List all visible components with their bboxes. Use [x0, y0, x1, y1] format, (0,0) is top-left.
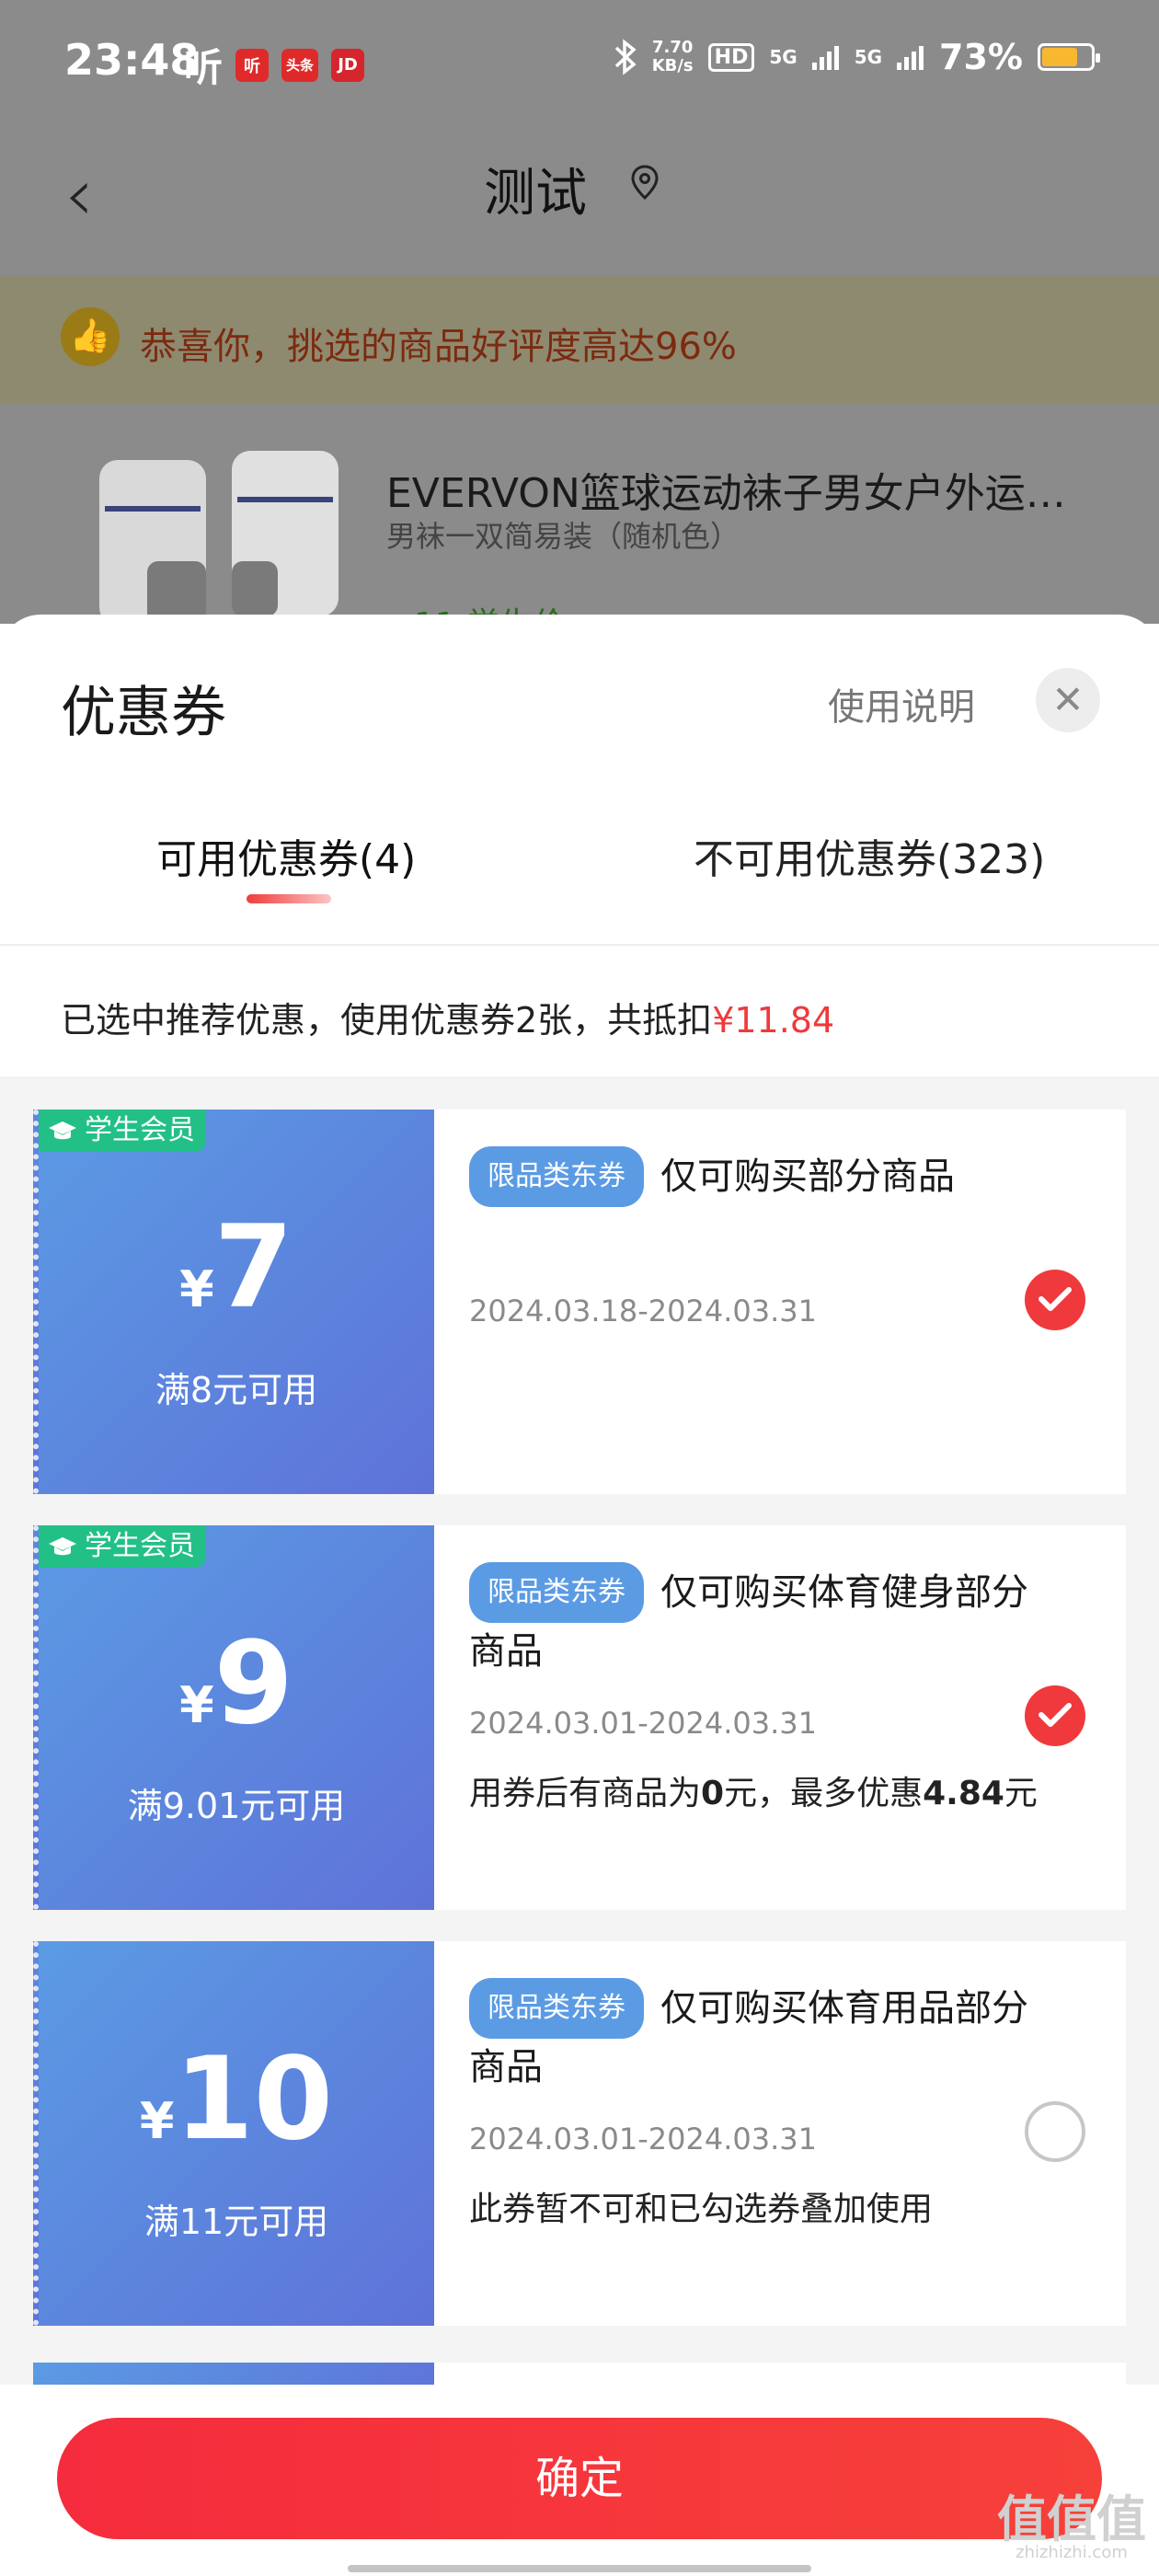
status-time: 23:48 [64, 35, 200, 85]
active-tab-indicator [247, 894, 331, 903]
bluetooth-icon [614, 39, 637, 75]
note-zero: 0 [701, 1775, 725, 1812]
hd-voice-icon: HD [707, 42, 755, 72]
toutiao-notification-icon: 头条 [281, 48, 319, 82]
checkmark-icon [1039, 1287, 1072, 1311]
watermark: 值值值 zhizhizhi.com [997, 2495, 1146, 2563]
listen-notification-icon: 听 [235, 48, 270, 82]
signal-icon-2: 5G [854, 46, 883, 68]
coupon-title: 限品类东券 仅可购买体育用品部分商品 [469, 1978, 1039, 2096]
product-image [99, 451, 339, 626]
coupon-min-spend: 满11元可用 [143, 2202, 329, 2242]
signal-icon-1: 5G [769, 46, 798, 68]
badge-label: 学生会员 [85, 1530, 195, 1562]
summary-amount: ¥11.84 [712, 1000, 835, 1041]
coupon-title: 限品类东券 仅可购买体育健身部分商品 [469, 1562, 1039, 1680]
coupon-validity-date: 2024.03.01-2024.03.31 [469, 1706, 817, 1741]
location-pin-icon[interactable] [631, 165, 659, 200]
coupon-note: 此券暂不可和已勾选券叠加使用 [469, 2191, 934, 2228]
coupon-list[interactable]: 学生会员 ¥7 满8元可用 限品类东券 仅可购买部分商品 2024.03.18-2… [0, 1076, 1159, 2576]
summary-text: 已选中推荐优惠，使用优惠券2张，共抵扣 [61, 1000, 713, 1041]
product-title: EVERVON篮球运动袜子男女户外运… [386, 470, 1066, 517]
coupon-amount-value: 7 [213, 1202, 293, 1334]
signal-bars-icon [811, 46, 839, 70]
tab-available-coupons[interactable]: 可用优惠券(4) [156, 826, 416, 885]
coupon-value-panel: ¥10 满11元可用 [33, 1941, 434, 2326]
note-suffix: 元 [1004, 1775, 1038, 1812]
coupon-validity-date: 2024.03.01-2024.03.31 [469, 2122, 817, 2156]
note-value: 4.84 [923, 1775, 1004, 1812]
usage-instructions-link[interactable]: 使用说明 [828, 677, 975, 730]
coupon-title: 限品类东券 仅可购买部分商品 [469, 1146, 1039, 1207]
coupon-card[interactable]: 学生会员 ¥7 满8元可用 限品类东券 仅可购买部分商品 2024.03.18-2… [33, 1110, 1126, 1494]
checkmark-icon [1039, 1703, 1072, 1727]
watermark-sub: zhizhizhi.com [1016, 2543, 1128, 2562]
network-speed: 7.70 KB/s [652, 39, 694, 75]
thumbs-up-icon: 👍 [61, 307, 120, 366]
bottom-bar: 确定 [0, 2385, 1159, 2576]
coupon-category-tag: 限品类东券 [469, 1978, 644, 2039]
student-member-badge: 学生会员 [39, 1110, 206, 1152]
coupon-value-panel: 学生会员 ¥9 满9.01元可用 [33, 1525, 434, 1910]
coupon-sheet: 优惠券 使用说明 ✕ 可用优惠券(4) 不可用优惠券(323) 已选中推荐优惠，… [0, 615, 1159, 2576]
coupon-note: 用券后有商品为0元，最多优惠4.84元 [469, 1766, 1038, 1814]
close-icon[interactable]: ✕ [1036, 668, 1100, 732]
product-row: EVERVON篮球运动袜子男女户外运… 男袜一双简易装（随机色） 11 学生价 [0, 403, 1159, 644]
coupon-validity-date: 2024.03.18-2024.03.31 [469, 1294, 817, 1328]
rating-banner: 👍 恭喜你，挑选的商品好评度高达96% [0, 276, 1159, 403]
currency-symbol: ¥ [139, 2092, 175, 2150]
student-member-badge: 学生会员 [39, 1525, 206, 1568]
signal-bars-icon-2 [897, 46, 924, 70]
battery-percentage: 73% [939, 37, 1023, 77]
product-subtitle: 男袜一双简易装（随机色） [386, 519, 740, 554]
navigation-bar: ‹ 测试 [0, 124, 1159, 276]
status-system-icons: 7.70 KB/s HD 5G 5G 73% [614, 37, 1100, 77]
jd-notification-icon: JD [331, 48, 365, 82]
coupon-category-tag: 限品类东券 [469, 1562, 644, 1623]
coupon-value-panel: 学生会员 ¥7 满8元可用 [33, 1110, 434, 1494]
note-mid: 元，最多优惠 [724, 1775, 924, 1812]
coupon-category-tag: 限品类东券 [469, 1146, 644, 1207]
confirm-button[interactable]: 确定 [57, 2418, 1102, 2539]
graduation-cap-icon [49, 1121, 76, 1140]
watermark-main: 值值值 [997, 2490, 1146, 2548]
currency-symbol: ¥ [179, 1676, 214, 1734]
selection-summary: 已选中推荐优惠，使用优惠券2张，共抵扣¥11.84 [61, 992, 834, 1042]
coupon-selected-checkbox[interactable] [1025, 1685, 1085, 1746]
listen-app-icon: 听 [184, 45, 224, 90]
chevron-left-icon[interactable]: ‹ [64, 152, 94, 237]
coupon-amount-value: 9 [213, 1617, 293, 1750]
coupon-amount: ¥9 [39, 1627, 434, 1741]
coupon-selected-checkbox[interactable] [1025, 1270, 1085, 1330]
coupon-card[interactable]: ¥10 满11元可用 限品类东券 仅可购买体育用品部分商品 2024.03.01-… [33, 1941, 1126, 2326]
coupon-card[interactable]: 学生会员 ¥9 满9.01元可用 限品类东券 仅可购买体育健身部分商品 2024.… [33, 1525, 1126, 1910]
home-indicator[interactable] [348, 2565, 811, 2572]
network-speed-unit: KB/s [651, 56, 694, 75]
network-speed-value: 7.70 [651, 38, 694, 57]
coupon-tabs: 可用优惠券(4) 不可用优惠券(323) [0, 826, 1159, 946]
coupon-amount-value: 10 [174, 2033, 334, 2166]
tab-unavailable-coupons[interactable]: 不可用优惠券(323) [694, 826, 1045, 885]
sheet-title: 优惠券 [61, 681, 226, 745]
status-bar: 23:48 听 听 头条 JD 7.70 KB/s HD 5G 5G 73% [0, 0, 1159, 124]
note-prefix: 用券后有商品为 [469, 1775, 702, 1812]
coupon-unselected-checkbox[interactable] [1025, 2101, 1085, 2162]
coupon-min-spend: 满9.01元可用 [127, 1786, 346, 1826]
coupon-amount: ¥10 [39, 2042, 434, 2156]
graduation-cap-icon [49, 1537, 76, 1556]
coupon-amount: ¥7 [39, 1211, 434, 1325]
coupon-min-spend: 满8元可用 [155, 1370, 318, 1410]
currency-symbol: ¥ [179, 1260, 214, 1318]
banner-text: 恭喜你，挑选的商品好评度高达96% [140, 326, 737, 368]
battery-icon [1038, 43, 1100, 71]
coupon-title-text: 仅可购买部分商品 [660, 1156, 955, 1198]
battery-fill [1042, 48, 1077, 66]
page-title: 测试 [484, 164, 587, 224]
badge-label: 学生会员 [85, 1114, 195, 1146]
status-notification-icons: 听 听 头条 JD [184, 37, 365, 93]
